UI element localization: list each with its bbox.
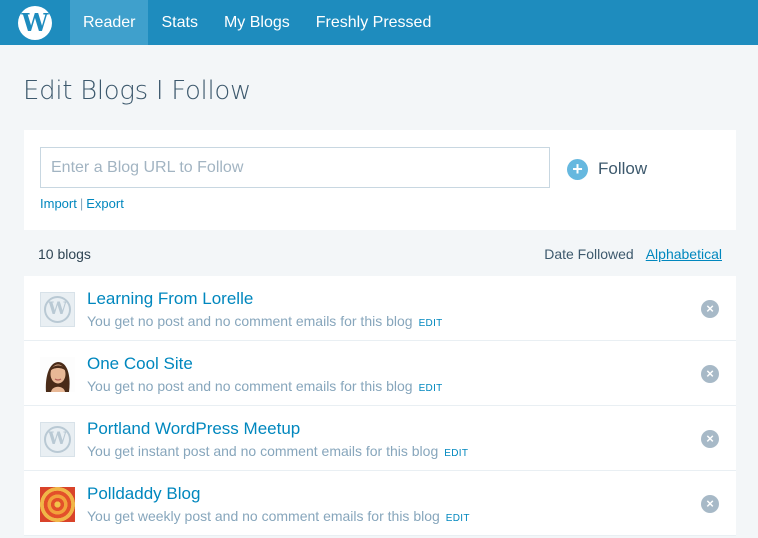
sort-options: Date Followed Alphabetical bbox=[544, 246, 722, 262]
blog-subscription-text: You get no post and no comment emails fo… bbox=[87, 378, 413, 394]
polldaddy-target-icon bbox=[40, 487, 75, 522]
remove-x-icon[interactable]: × bbox=[701, 495, 719, 513]
wordpress-blavatar-icon: W bbox=[40, 292, 75, 327]
blog-name-link[interactable]: One Cool Site bbox=[87, 354, 193, 374]
nav-stats[interactable]: Stats bbox=[148, 0, 210, 45]
wordpress-logo-icon[interactable]: W bbox=[0, 0, 70, 45]
avatar-photo-icon bbox=[40, 357, 75, 392]
sort-alphabetical[interactable]: Alphabetical bbox=[646, 246, 722, 262]
blog-name-link[interactable]: Polldaddy Blog bbox=[87, 484, 200, 504]
edit-subscription-link[interactable]: EDIT bbox=[419, 383, 443, 394]
blog-row: Polldaddy Blog You get weekly post and n… bbox=[24, 471, 736, 536]
page-title: Edit Blogs I Follow bbox=[23, 76, 251, 106]
blog-subscription-desc: You get no post and no comment emails fo… bbox=[87, 378, 443, 394]
blog-row: One Cool Site You get no post and no com… bbox=[24, 341, 736, 406]
nav-my-blogs[interactable]: My Blogs bbox=[211, 0, 303, 45]
sort-date-followed[interactable]: Date Followed bbox=[544, 246, 634, 262]
avatar-photo-graphic bbox=[40, 357, 75, 392]
link-separator: | bbox=[79, 196, 84, 211]
blog-list-header: 10 blogs Date Followed Alphabetical bbox=[24, 233, 736, 275]
export-link[interactable]: Export bbox=[86, 196, 124, 211]
follow-button-label: Follow bbox=[598, 159, 648, 178]
top-navigation-bar: W Reader Stats My Blogs Freshly Pressed bbox=[0, 0, 758, 45]
import-export-links: Import | Export bbox=[40, 196, 124, 211]
blog-name-link[interactable]: Learning From Lorelle bbox=[87, 289, 253, 309]
edit-subscription-link[interactable]: EDIT bbox=[446, 513, 470, 524]
remove-x-icon[interactable]: × bbox=[701, 365, 719, 383]
blog-subscription-text: You get weekly post and no comment email… bbox=[87, 508, 440, 524]
nav-reader[interactable]: Reader bbox=[70, 0, 149, 45]
blog-row: W Learning From Lorelle You get no post … bbox=[24, 276, 736, 341]
edit-subscription-link[interactable]: EDIT bbox=[444, 448, 468, 459]
wordpress-logo-glyph: W bbox=[18, 5, 52, 40]
wordpress-blavatar-glyph: W bbox=[44, 296, 71, 323]
blog-subscription-text: You get instant post and no comment emai… bbox=[87, 443, 439, 459]
remove-x-icon[interactable]: × bbox=[701, 300, 719, 318]
follow-blog-card: + Follow Import|Export bbox=[24, 130, 736, 230]
followed-blogs-list: W Learning From Lorelle You get no post … bbox=[24, 276, 736, 536]
import-link[interactable]: Import bbox=[40, 196, 77, 211]
remove-x-icon[interactable]: × bbox=[701, 430, 719, 448]
blog-subscription-desc: You get weekly post and no comment email… bbox=[87, 508, 470, 524]
blog-subscription-text: You get no post and no comment emails fo… bbox=[87, 313, 413, 329]
blog-row: W Portland WordPress Meetup You get inst… bbox=[24, 406, 736, 471]
plus-circle-icon: + bbox=[567, 158, 588, 180]
blog-name-link[interactable]: Portland WordPress Meetup bbox=[87, 419, 300, 439]
nav-freshly-pressed[interactable]: Freshly Pressed bbox=[303, 0, 445, 45]
follow-button[interactable]: + Follow bbox=[567, 157, 647, 181]
blog-url-input[interactable] bbox=[40, 147, 550, 188]
wordpress-blavatar-glyph: W bbox=[44, 426, 71, 453]
blog-subscription-desc: You get no post and no comment emails fo… bbox=[87, 313, 443, 329]
blog-count: 10 blogs bbox=[38, 246, 91, 262]
wordpress-blavatar-icon: W bbox=[40, 422, 75, 457]
edit-subscription-link[interactable]: EDIT bbox=[419, 318, 443, 329]
blog-subscription-desc: You get instant post and no comment emai… bbox=[87, 443, 468, 459]
